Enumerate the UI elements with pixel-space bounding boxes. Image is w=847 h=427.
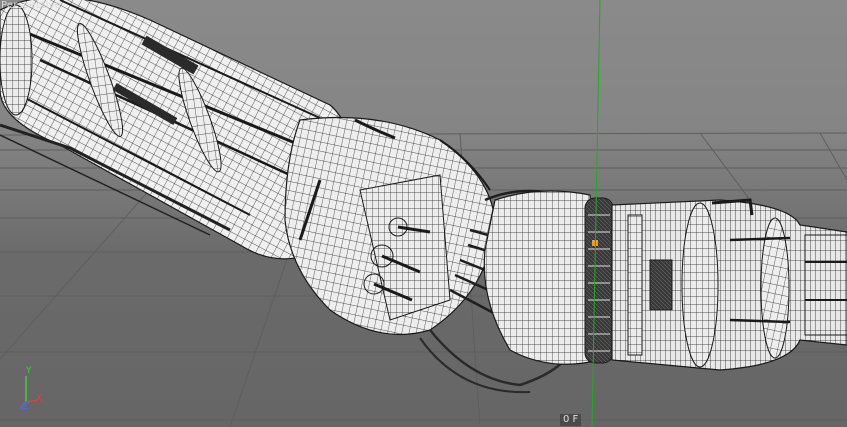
- viewport-view-name[interactable]: Perspective: [1, 0, 61, 11]
- 3d-viewport[interactable]: Perspective Y X Z 0 F: [0, 0, 847, 427]
- axis-z-label: Z: [22, 402, 29, 412]
- current-frame-indicator: 0 F: [560, 414, 582, 426]
- axis-x-label: X: [36, 394, 43, 404]
- viewport-scene[interactable]: [0, 0, 847, 427]
- axis-y-label: Y: [26, 366, 32, 376]
- axis-gizmo: Y X Z: [6, 366, 42, 414]
- forearm-segment[interactable]: [611, 198, 847, 371]
